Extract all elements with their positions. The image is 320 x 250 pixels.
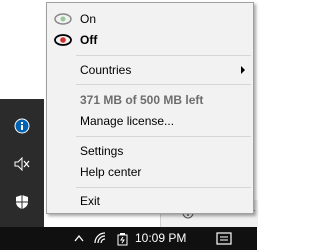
taskbar: 10:09 PM (0, 227, 257, 250)
menu-item-manage-license[interactable]: Manage license... (47, 111, 253, 131)
menu-separator (76, 84, 251, 85)
battery-icon[interactable] (115, 231, 131, 247)
menu-separator (76, 187, 251, 188)
tray-item-info[interactable] (0, 109, 44, 143)
notification-icon[interactable] (216, 231, 232, 247)
tray-item-security[interactable] (0, 185, 44, 219)
menu-item-settings[interactable]: Settings (47, 141, 253, 161)
menu-item-label: Settings (80, 144, 124, 158)
eye-icon-inactive (54, 13, 72, 25)
menu-item-exit[interactable]: Exit (47, 191, 253, 211)
shield-icon (16, 195, 28, 209)
menu-item-label: Off (80, 33, 98, 47)
menu-separator (76, 55, 251, 56)
menu-item-label: Exit (80, 194, 101, 208)
menu-item-off[interactable]: Off (47, 30, 253, 50)
eye-icon-active (54, 34, 72, 46)
menu-item-label: 371 MB of 500 MB left (80, 93, 204, 107)
taskbar-clock[interactable]: 10:09 PM (135, 231, 186, 245)
menu-item-on[interactable]: On (47, 9, 253, 29)
submenu-arrow-icon (241, 66, 245, 74)
speaker-muted-icon (14, 157, 30, 171)
tray-item-volume[interactable] (0, 147, 44, 181)
menu-item-label: Manage license... (80, 114, 175, 128)
wifi-icon[interactable] (93, 231, 109, 247)
info-icon (14, 118, 30, 134)
menu-item-countries[interactable]: Countries (47, 60, 253, 80)
menu-item-data-usage: 371 MB of 500 MB left (47, 90, 253, 110)
tray-overflow-panel (0, 99, 44, 227)
menu-item-label: Help center (80, 165, 142, 179)
menu-item-label: Countries (80, 63, 132, 77)
menu-item-label: On (80, 12, 97, 26)
menu-item-help-center[interactable]: Help center (47, 162, 253, 182)
vpn-context-menu: On Off Countries 371 MB of 500 MB left M… (46, 2, 254, 214)
chevron-up-icon[interactable] (73, 231, 89, 247)
menu-separator (76, 136, 251, 137)
